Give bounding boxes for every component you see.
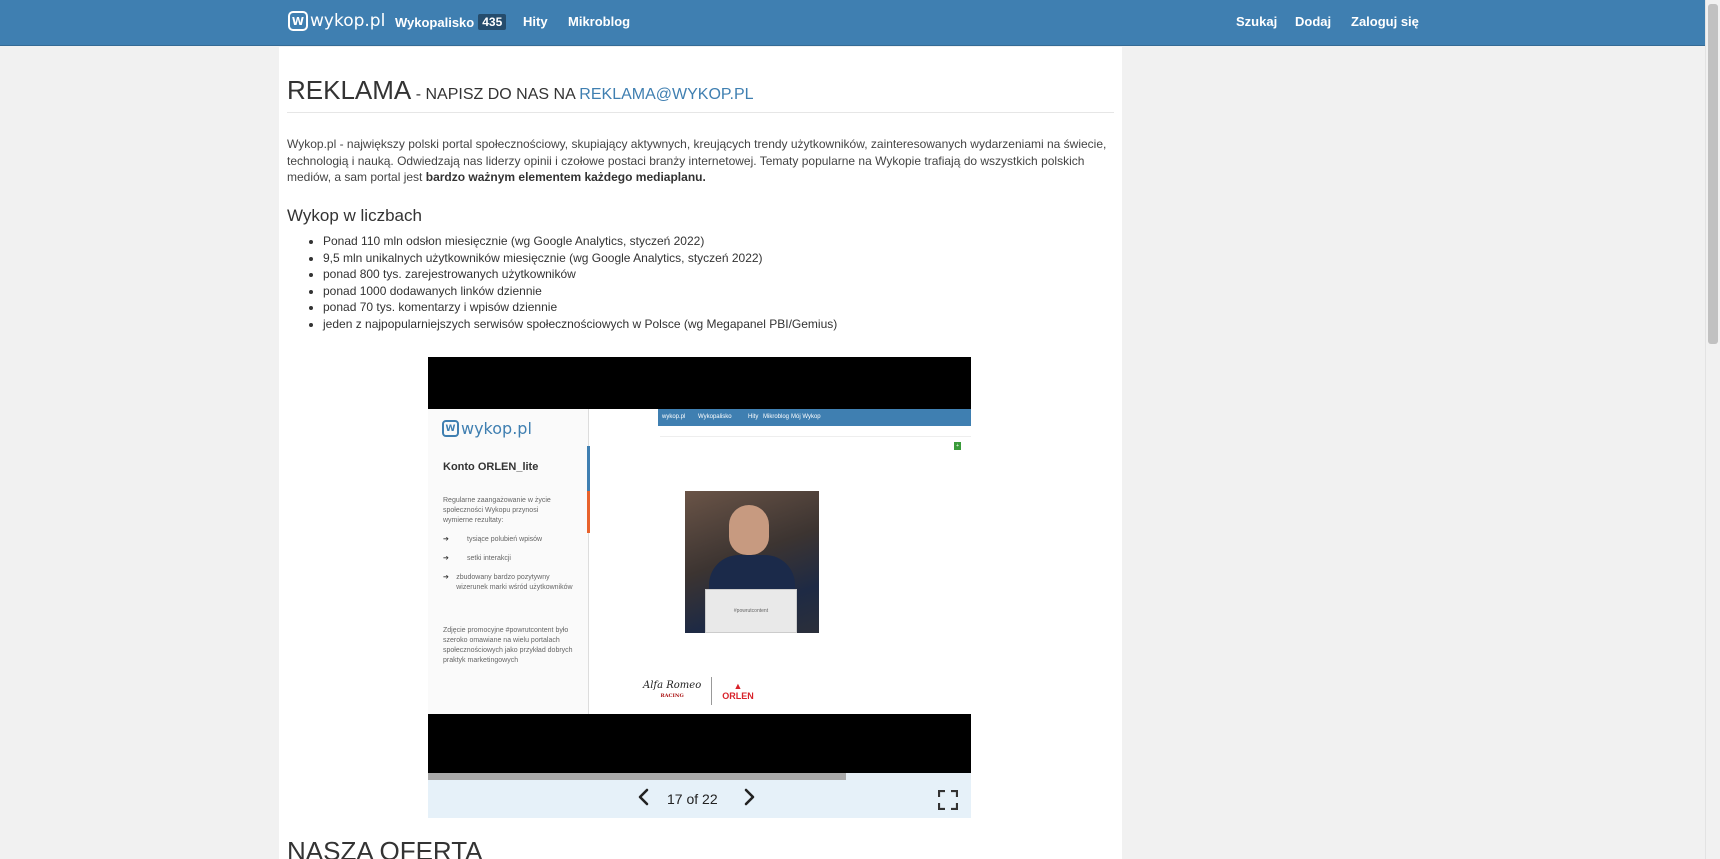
slide-accent-orange	[587, 491, 590, 533]
arrow-right-icon: ➔	[443, 555, 449, 562]
page-title-sub: - NAPISZ DO NAS NA	[411, 86, 580, 103]
logo-separator	[711, 677, 713, 705]
page-title-main: REKLAMA	[287, 75, 412, 105]
slide-description: Regularne zaangażowanie w życie społeczn…	[443, 497, 551, 524]
slide-mini-navbar: wykop.pl Wykopalisko Hity Mikroblog Mój …	[658, 409, 971, 426]
slide-mini-nav-item: Mój Wykop	[791, 414, 821, 420]
slide-mini-post: #powrutcontent	[662, 441, 967, 633]
slide-frame[interactable]: W wykop.pl Konto ORLEN_lite Regularne za…	[428, 357, 971, 773]
slide-logo-icon: W	[442, 420, 459, 437]
arrow-right-icon: ➔	[443, 574, 449, 581]
chevron-right-icon[interactable]	[743, 788, 757, 811]
slide-mini-nav-item: Mikroblog	[763, 414, 790, 420]
intro-paragraph: Wykop.pl - największy polski portal społ…	[287, 136, 1117, 186]
slide-footer-text: Zdjęcie promocyjne #powrutcontent było s…	[443, 627, 573, 664]
slide-left-panel: W wykop.pl Konto ORLEN_lite Regularne za…	[428, 409, 589, 714]
logo-text: wykop.pl	[310, 11, 386, 31]
slide-accent-blue	[587, 446, 590, 491]
slide-mini-nav-item: Hity	[748, 414, 759, 420]
advertising-email-link[interactable]: REKLAMA@WYKOP.PL	[579, 86, 753, 103]
nav-wykopalisko-label: Wykopalisko	[395, 14, 475, 30]
wykopalisko-count-badge: 435	[478, 14, 507, 30]
photo-person-face	[729, 505, 769, 555]
wykop-logo-icon: W	[288, 11, 308, 31]
stats-item: ponad 800 tys. zarejestrowanych użytkown…	[323, 266, 837, 283]
stats-heading: Wykop w liczbach	[287, 206, 422, 225]
slide-title: Konto ORLEN_lite	[443, 461, 539, 473]
arrow-right-icon: ➔	[443, 536, 449, 543]
photo-card: #powrutcontent	[705, 589, 797, 633]
top-navigation-bar: W wykop.pl Wykopalisko 435 Hity Mikroblo…	[0, 0, 1705, 46]
alfa-romeo-logo: Alfa Romeo RACING	[643, 681, 701, 701]
stats-list: Ponad 110 mln odsłon miesięcznie (wg Goo…	[323, 233, 837, 332]
page-scrollbar[interactable]	[1705, 0, 1720, 859]
racing-text: RACING	[660, 693, 684, 699]
stats-item: ponad 1000 dodawanych linków dziennie	[323, 283, 837, 300]
slide-bullet-text: zbudowany bardzo pozytywny wizerunek mar…	[456, 574, 573, 591]
slide-promo-photo: #powrutcontent	[685, 491, 819, 633]
slide-mini-tabs	[660, 429, 971, 437]
presentation-slideshow: W wykop.pl Konto ORLEN_lite Regularne za…	[428, 357, 971, 818]
slide-wykop-logo: W wykop.pl	[442, 419, 532, 438]
page-title: REKLAMA - NAPISZ DO NAS NA REKLAMA@WYKOP…	[287, 75, 1114, 113]
slide-mini-nav-item: Wykopalisko	[698, 414, 732, 420]
slide-screenshot-panel: wykop.pl Wykopalisko Hity Mikroblog Mój …	[658, 409, 971, 714]
slideshow-controls: 17 of 22	[428, 780, 971, 818]
chevron-left-icon[interactable]	[636, 788, 650, 811]
fullscreen-icon[interactable]	[937, 789, 959, 811]
slide-mini-nav-item: wykop.pl	[662, 414, 686, 420]
stats-item: ponad 70 tys. komentarzy i wpisów dzienn…	[323, 299, 837, 316]
nav-szukaj[interactable]: Szukaj	[1236, 14, 1277, 29]
stats-item: jeden z najpopularniejszych serwisów spo…	[323, 316, 837, 333]
slide-image: W wykop.pl Konto ORLEN_lite Regularne za…	[428, 409, 971, 714]
nav-mikroblog[interactable]: Mikroblog	[568, 14, 630, 29]
slide-bullet: ➔ zbudowany bardzo pozytywny wizerunek ma…	[443, 573, 573, 593]
nav-zaloguj[interactable]: Zaloguj się	[1351, 14, 1419, 29]
nav-hity[interactable]: Hity	[523, 14, 548, 29]
intro-bold-text: bardzo ważnym elementem każdego mediapla…	[425, 170, 706, 184]
offer-heading: NASZA OFERTA	[287, 836, 483, 859]
slide-bullet-text: setki interakcji	[467, 555, 511, 562]
slideshow-progress-bar[interactable]	[428, 773, 971, 780]
wykop-logo[interactable]: W wykop.pl	[288, 11, 385, 31]
slide-bullet: ➔ tysiące polubień wpisów	[443, 535, 573, 545]
orlen-text: ORLEN	[722, 691, 754, 701]
stats-item: 9,5 mln unikalnych użytkowników miesięcz…	[323, 250, 837, 267]
stats-item: Ponad 110 mln odsłon miesięcznie (wg Goo…	[323, 233, 837, 250]
nav-wykopalisko[interactable]: Wykopalisko 435	[395, 14, 507, 30]
nav-dodaj[interactable]: Dodaj	[1295, 14, 1331, 29]
slide-bullet: ➔ setki interakcji	[443, 554, 573, 564]
main-content: REKLAMA - NAPISZ DO NAS NA REKLAMA@WYKOP…	[279, 47, 1122, 859]
orlen-eagle-icon: ▲	[733, 681, 743, 691]
slide-mini-vote-badge: +	[954, 442, 961, 450]
slide-bullet-text: tysiące polubień wpisów	[467, 536, 543, 543]
orlen-logo: ▲ ORLEN	[722, 681, 754, 701]
slide-bullets: ➔ tysiące polubień wpisów ➔ setki interakc…	[443, 535, 573, 602]
alfa-romeo-text: Alfa Romeo	[643, 680, 702, 691]
slide-logo-text: wykop.pl	[461, 419, 532, 438]
slide-counter: 17 of 22	[667, 791, 718, 807]
scrollbar-thumb[interactable]	[1708, 4, 1718, 344]
slide-sponsor-logos: Alfa Romeo RACING ▲ ORLEN	[643, 677, 754, 705]
slideshow-progress-fill	[428, 773, 847, 780]
